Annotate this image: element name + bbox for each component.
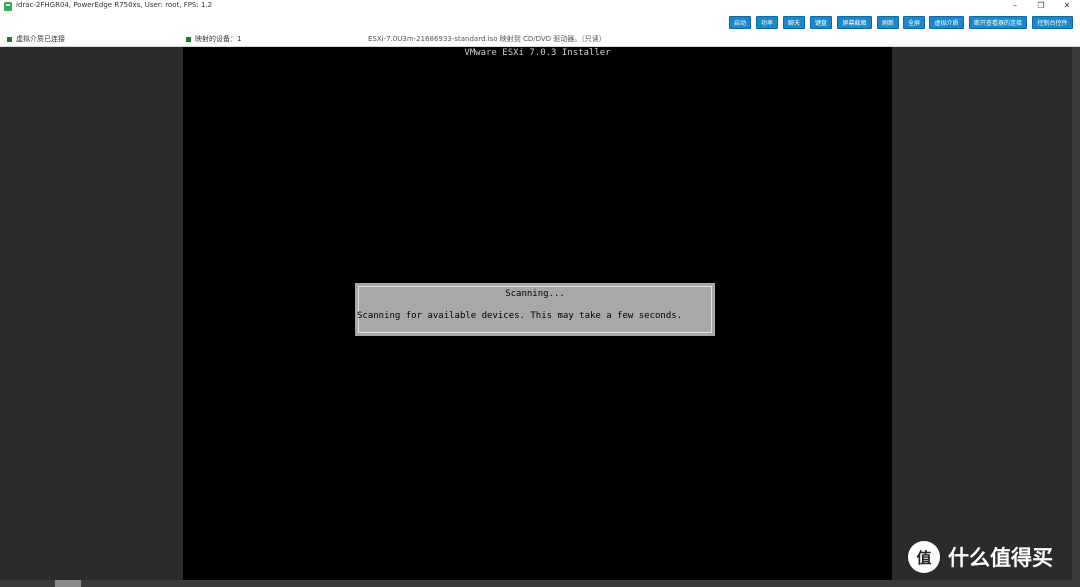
iso-mapping-text: ESXi-7.0U3m-21686933-standard.iso 映射到 CD…: [368, 35, 606, 43]
virtual-media-button[interactable]: 虚拟介质: [929, 16, 964, 29]
console-controls-button[interactable]: 控制台控件: [1032, 16, 1073, 29]
app-icon: [4, 2, 12, 11]
toolbar: 启动 功率 聊天 键盘 屏幕截图 刷新 全屏 虚拟介质 断开查看器的连接 控制台…: [0, 16, 1080, 30]
status-bar: 虚拟介质已连接 映射的设备：1 ESXi-7.0U3m-21686933-sta…: [0, 32, 1080, 47]
mapped-indicator-icon: [186, 36, 191, 42]
title-bar: idrac-2FHGR04, PowerEdge R750xs, User: r…: [0, 0, 1080, 14]
chat-button[interactable]: 聊天: [783, 16, 805, 29]
console-viewer[interactable]: VMware ESXi 7.0.3 Installer Scanning... …: [0, 47, 1080, 580]
disconnect-viewer-button[interactable]: 断开查看器的连接: [969, 16, 1027, 29]
close-button[interactable]: ✕: [1062, 1, 1072, 10]
vertical-scrollbar[interactable]: [1072, 47, 1080, 580]
media-status-label: 虚拟介质已连接: [16, 35, 65, 43]
installer-title: VMware ESXi 7.0.3 Installer: [464, 48, 611, 58]
media-status: 虚拟介质已连接: [7, 34, 65, 44]
window-controls: – ❐ ✕: [1010, 1, 1072, 10]
watermark-logo: 值 什么值得买: [908, 541, 1053, 573]
fullscreen-button[interactable]: 全屏: [903, 16, 925, 29]
scanning-dialog: Scanning... Scanning for available devic…: [355, 283, 715, 336]
watermark-badge-icon: 值: [908, 541, 940, 573]
remote-console-screen[interactable]: VMware ESXi 7.0.3 Installer Scanning... …: [183, 47, 892, 580]
window-title: idrac-2FHGR04, PowerEdge R750xs, User: r…: [16, 1, 213, 9]
screenshot-button[interactable]: 屏幕截图: [837, 16, 872, 29]
connected-indicator-icon: [7, 36, 12, 42]
dialog-title: Scanning...: [505, 289, 565, 299]
restore-button[interactable]: ❐: [1036, 1, 1046, 10]
dialog-message: Scanning for available devices. This may…: [357, 311, 683, 321]
keyboard-button[interactable]: 键盘: [810, 16, 832, 29]
boot-button[interactable]: 启动: [729, 16, 751, 29]
mapped-devices-status: 映射的设备：1: [186, 34, 241, 44]
power-button[interactable]: 功率: [756, 16, 778, 29]
mapped-devices-label: 映射的设备：1: [195, 35, 242, 43]
horizontal-scrollbar[interactable]: [0, 580, 1080, 587]
minimize-button[interactable]: –: [1010, 1, 1020, 10]
scrollbar-thumb[interactable]: [55, 580, 81, 587]
refresh-button[interactable]: 刷新: [877, 16, 899, 29]
watermark-text: 什么值得买: [948, 546, 1053, 570]
